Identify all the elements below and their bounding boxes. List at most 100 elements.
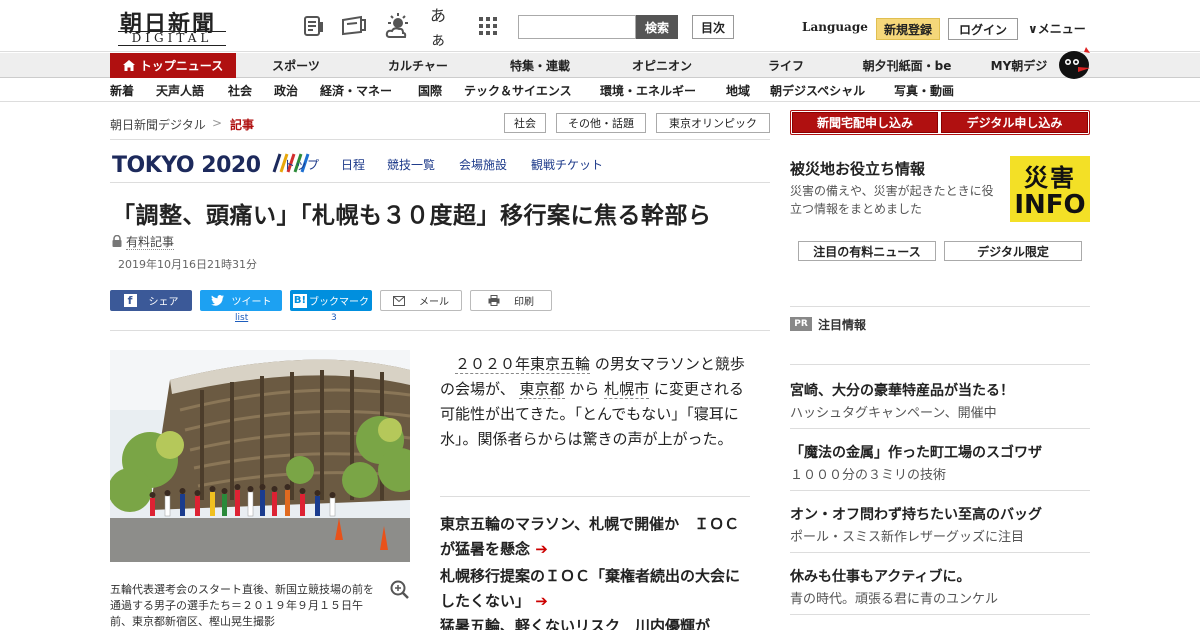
- divider: [790, 490, 1090, 491]
- digital-subscribe-button[interactable]: デジタル申し込み: [941, 112, 1088, 133]
- subnav-politics[interactable]: 政治: [274, 82, 298, 99]
- tab-featured-paid-news[interactable]: 注目の有料ニュース: [798, 241, 936, 261]
- article-lead: ２０２０年東京五輪 の男女マラソンと競歩の会場が、 東京都 から 札幌市 に変更…: [440, 355, 745, 448]
- nav-life[interactable]: ライフ: [740, 53, 832, 78]
- table-of-contents-button[interactable]: 目次: [692, 15, 734, 39]
- news-list-icon[interactable]: [300, 12, 328, 40]
- pr-item-title[interactable]: 宮崎、大分の豪華特産品が当たる！: [790, 380, 1014, 400]
- search-input[interactable]: [518, 15, 636, 39]
- divider: [110, 182, 770, 183]
- subnav-international[interactable]: 国際: [418, 82, 442, 99]
- breadcrumb-separator: >: [212, 116, 223, 130]
- keyword-link-sapporo[interactable]: 札幌市: [604, 380, 650, 399]
- nav-culture[interactable]: カルチャー: [372, 53, 464, 78]
- home-icon: [122, 60, 135, 71]
- disaster-info-banner[interactable]: 災害 INFO: [1010, 156, 1090, 222]
- hatena-icon: B!: [293, 293, 307, 308]
- tab-digital-only[interactable]: デジタル限定: [944, 241, 1082, 261]
- mail-share-button[interactable]: メール: [380, 290, 462, 311]
- login-button[interactable]: ログイン: [948, 18, 1018, 40]
- nav-sports[interactable]: スポーツ: [250, 53, 342, 78]
- pr-item-title[interactable]: オン・オフ問わず持ちたい至高のバッグ: [790, 504, 1042, 524]
- subnav-tenseijingo[interactable]: 天声人語: [156, 82, 204, 99]
- pr-item-subtitle: ハッシュタグキャンペーン、開催中: [790, 406, 997, 421]
- facebook-icon: f: [123, 294, 137, 307]
- nav-paper[interactable]: 朝夕刊紙面・be: [852, 53, 962, 78]
- divider: [110, 139, 770, 140]
- related-link-2[interactable]: 札幌移行提案のＩＯＣ「棄権者続出の大会にしたくない」 ➔: [440, 564, 750, 614]
- keyword-link-tokyo-metro[interactable]: 東京都: [519, 380, 565, 399]
- arrow-right-icon: ➔: [535, 592, 548, 610]
- zoom-icon[interactable]: [390, 580, 410, 600]
- pr-item-title[interactable]: 「魔法の金属」作った町工場のスゴワザ: [790, 442, 1042, 462]
- divider: [790, 614, 1090, 615]
- nav-features[interactable]: 特集・連載: [494, 53, 586, 78]
- apps-grid-icon[interactable]: [474, 12, 502, 40]
- pr-section-title: 注目情報: [818, 318, 867, 332]
- mail-icon: [393, 295, 405, 306]
- tokyo-2020-logo[interactable]: TOKYO 2020: [112, 152, 312, 180]
- photo-caption: 五輪代表選考会のスタート直後、新国立競技場の前を通過する男子の選手たち＝２０１９…: [110, 583, 374, 628]
- nav-my-asahi[interactable]: MY朝デジ: [980, 53, 1058, 78]
- subnav-photo-video[interactable]: 写真・動画: [894, 82, 954, 99]
- twitter-share-button[interactable]: ツイート: [200, 290, 282, 311]
- tokyo-nav-tickets[interactable]: 観戦チケット: [531, 156, 603, 173]
- tag-other[interactable]: その他・話題: [556, 113, 646, 133]
- tokyo-nav-schedule[interactable]: 日程: [341, 156, 365, 173]
- subnav-special[interactable]: 朝デジスペシャル: [770, 82, 865, 99]
- newspaper-subscribe-button[interactable]: 新聞宅配申し込み: [792, 112, 938, 133]
- subnav-society[interactable]: 社会: [228, 82, 252, 99]
- article-title: 「調整、頭痛い」「札幌も３０度超」移行案に焦る幹部ら: [112, 203, 712, 229]
- weather-icon[interactable]: [384, 12, 412, 40]
- site-header: 朝日新聞 DIGITAL あぁ 検索 目次 Language 新規登録 ログイン…: [0, 0, 1200, 52]
- arrow-right-icon: ➔: [535, 540, 548, 558]
- subnav-environment[interactable]: 環境・エネルギー: [600, 82, 696, 99]
- pr-item-subtitle: 青の時代。頑張る君に青のユンケル: [790, 592, 999, 607]
- mascot-icon[interactable]: [1056, 43, 1092, 79]
- divider: [790, 428, 1090, 429]
- disaster-info-text: 災害の備えや、災害が起きたときに役立つ情報をまとめました: [790, 184, 994, 216]
- divider: [110, 330, 770, 331]
- pr-item-subtitle: ポール・スミス新作レザーグッズに注目: [790, 530, 1025, 545]
- hatena-count: 3: [331, 313, 337, 323]
- paid-article-label: 有料記事: [112, 233, 175, 250]
- pr-item-title[interactable]: 休みも仕事もアクティブに。: [790, 566, 970, 586]
- subnav-region[interactable]: 地域: [726, 82, 750, 99]
- divider: [790, 364, 1090, 365]
- keyword-link-tokyo-olympics[interactable]: ２０２０年東京五輪: [455, 355, 591, 374]
- tokyo-nav-top[interactable]: トップ: [283, 156, 319, 173]
- lock-icon: [112, 234, 122, 250]
- divider: [790, 306, 1090, 307]
- font-size-icon[interactable]: あぁ: [430, 6, 458, 49]
- related-link-3[interactable]: 猛暑五輪、軽くないリスク 川内優輝が: [440, 614, 750, 630]
- site-logo-sub[interactable]: DIGITAL: [118, 31, 226, 46]
- tokyo-nav-sports[interactable]: 競技一覧: [387, 156, 435, 173]
- register-button[interactable]: 新規登録: [876, 18, 940, 40]
- printer-icon: [488, 295, 500, 306]
- print-button[interactable]: 印刷: [470, 290, 552, 311]
- search-button[interactable]: 検索: [636, 15, 678, 39]
- menu-button[interactable]: ∨メニュー: [1028, 20, 1086, 37]
- facebook-share-button[interactable]: f シェア: [110, 290, 192, 311]
- newspaper-icon[interactable]: [340, 12, 368, 40]
- breadcrumb-current: 記事: [230, 118, 255, 132]
- nav-top-news[interactable]: トップニュース: [110, 53, 236, 78]
- nav-opinion[interactable]: オピニオン: [616, 53, 708, 78]
- subnav-new[interactable]: 新着: [110, 82, 134, 99]
- tag-society[interactable]: 社会: [504, 113, 546, 133]
- disaster-info-title[interactable]: 被災地お役立ち情報: [790, 158, 925, 179]
- subnav-tech[interactable]: テック＆サイエンス: [464, 82, 572, 99]
- twitter-count-link[interactable]: list: [235, 313, 248, 323]
- sub-nav: 新着 天声人語 社会 政治 経済・マネー 国際 テック＆サイエンス 環境・エネル…: [0, 79, 1200, 102]
- hatena-bookmark-button[interactable]: B! ブックマーク: [290, 290, 372, 311]
- tokyo-nav-venues[interactable]: 会場施設: [459, 156, 507, 173]
- subnav-economy[interactable]: 経済・マネー: [320, 82, 392, 99]
- article-photo[interactable]: [110, 350, 410, 562]
- language-link[interactable]: Language: [802, 20, 868, 34]
- breadcrumb-home[interactable]: 朝日新聞デジタル: [110, 116, 206, 133]
- related-link-1[interactable]: 東京五輪のマラソン、札幌で開催か ＩＯＣが猛暑を懸念 ➔: [440, 512, 750, 562]
- pr-badge: PR: [790, 317, 812, 331]
- chevron-down-icon: ∨: [1028, 22, 1038, 36]
- divider: [790, 552, 1090, 553]
- tag-tokyo-olympics[interactable]: 東京オリンピック: [656, 113, 770, 133]
